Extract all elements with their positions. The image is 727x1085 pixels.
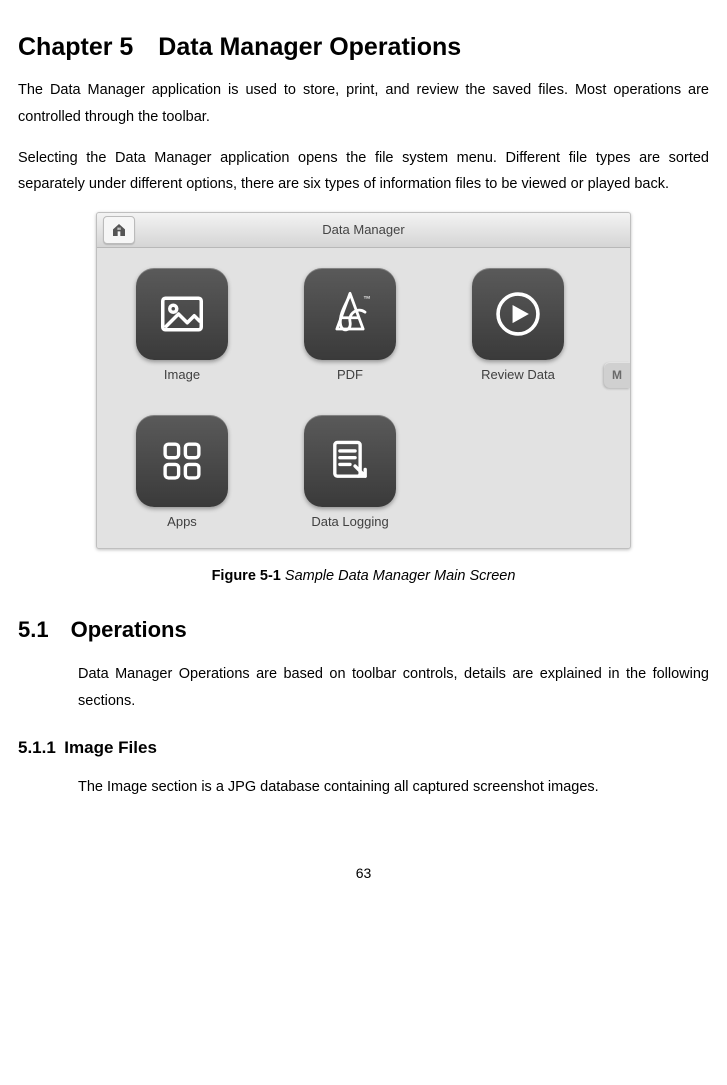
home-icon: M <box>111 222 127 238</box>
section-5-1-1-para: The Image section is a JPG database cont… <box>78 774 709 801</box>
pdf-icon: ™ <box>320 284 380 344</box>
section-5-1-para: Data Manager Operations are based on too… <box>78 661 709 715</box>
tile-label: PDF <box>337 368 363 381</box>
tile-image[interactable]: Image <box>123 268 241 381</box>
section-5-1-1-heading: 5.1.1 Image Files <box>18 732 709 763</box>
tile-label: Review Data <box>481 368 555 381</box>
tile-label: Data Logging <box>311 515 388 528</box>
figure-5-1: M Data Manager Image <box>96 212 631 590</box>
device-screenshot: M Data Manager Image <box>96 212 631 549</box>
tile-label: Image <box>164 368 200 381</box>
svg-text:™: ™ <box>363 294 371 303</box>
play-icon <box>489 285 547 343</box>
tile-data-logging[interactable]: Data Logging <box>291 415 409 528</box>
page-number: 63 <box>18 861 709 887</box>
apps-icon <box>155 434 209 488</box>
tile-pdf[interactable]: ™ PDF <box>291 268 409 381</box>
tile-apps[interactable]: Apps <box>123 415 241 528</box>
figure-label: Figure 5-1 <box>212 568 281 584</box>
section-5-1-heading: 5.1 Operations <box>18 610 709 651</box>
screen-body: Image ™ PDF <box>97 248 630 548</box>
figure-caption: Figure 5-1 Sample Data Manager Main Scre… <box>96 563 631 590</box>
screen-header: M Data Manager <box>97 213 630 248</box>
intro-para-2: Selecting the Data Manager application o… <box>18 145 709 199</box>
header-title: Data Manager <box>97 218 630 242</box>
figure-text: Sample Data Manager Main Screen <box>281 568 516 584</box>
chapter-heading: Chapter 5 Data Manager Operations <box>18 30 709 65</box>
side-tab[interactable]: M <box>604 362 630 388</box>
tile-review-data[interactable]: Review Data <box>459 268 577 381</box>
home-button[interactable]: M <box>103 216 135 244</box>
data-logging-icon <box>323 434 377 488</box>
intro-para-1: The Data Manager application is used to … <box>18 77 709 131</box>
tile-label: Apps <box>167 515 197 528</box>
image-icon <box>154 286 210 342</box>
